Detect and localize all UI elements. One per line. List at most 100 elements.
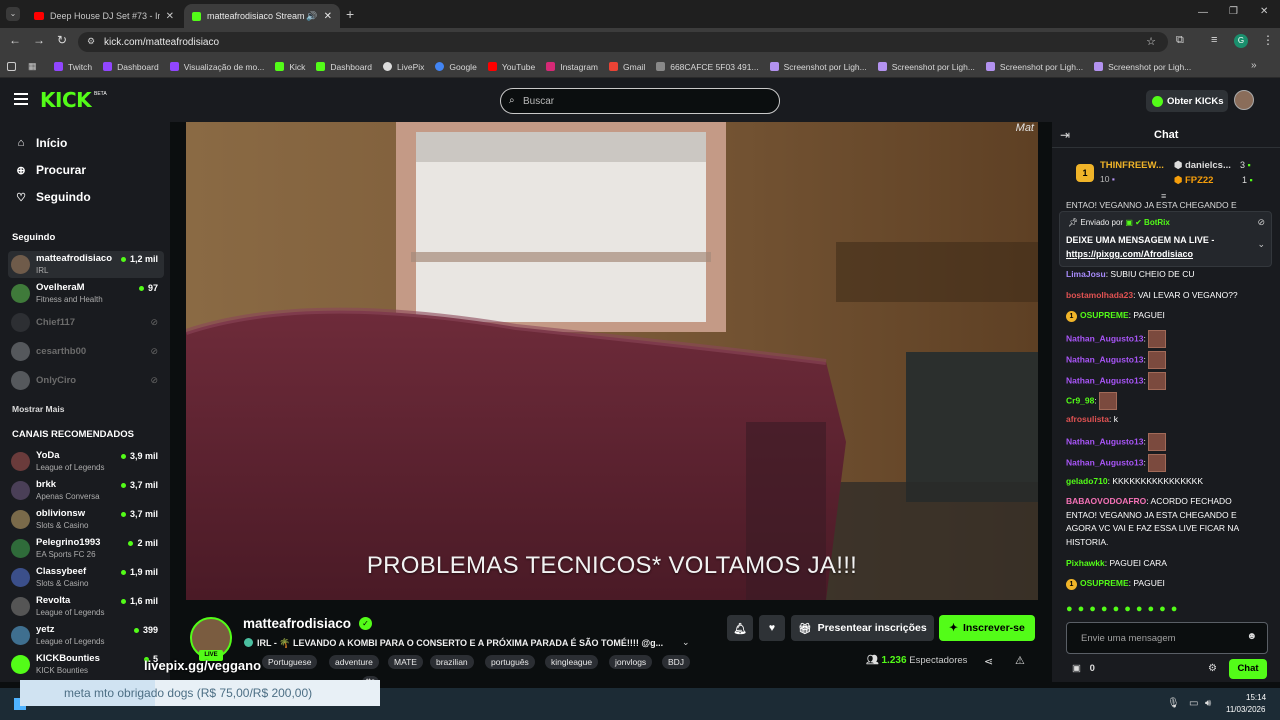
chat-username[interactable]: BABAOVODOAFRO — [1066, 496, 1146, 506]
chat-message[interactable]: LimaJosu: SUBIU CHEIO DE CU — [1066, 268, 1246, 282]
bookmark[interactable]: Twitch — [54, 62, 92, 72]
sidebar-channel-chief117[interactable]: Chief117 ⊘ — [8, 309, 164, 336]
profile-avatar[interactable]: G — [1234, 34, 1248, 48]
media-control-icon[interactable]: ≡ — [1211, 34, 1217, 46]
bookmark[interactable]: Screenshot por Ligh... — [1094, 62, 1191, 72]
leader-entry[interactable]: ⬢ danielcs... — [1174, 160, 1231, 171]
search-input[interactable]: ⌕ Buscar — [500, 88, 780, 114]
tab-search-button[interactable]: ⌄ — [6, 7, 20, 21]
user-avatar[interactable] — [1234, 90, 1254, 110]
video-player[interactable]: Mat — [186, 122, 1038, 600]
extensions-icon[interactable]: ⧉ — [1176, 34, 1184, 47]
restore-button[interactable]: ❐ — [1229, 6, 1238, 17]
report-icon[interactable]: ⚠ — [1015, 654, 1025, 667]
grid-icon[interactable]: ▦ — [28, 61, 37, 72]
kick-logo[interactable]: KICK — [40, 88, 92, 112]
leader-entry[interactable]: ⬢ FPZ22 — [1174, 175, 1213, 186]
gift-subs-button[interactable]: 🎁︎ Presentear inscrições — [791, 615, 934, 641]
sidebar-channel-revolta[interactable]: Revolta League of Legends 1,6 mil — [8, 593, 164, 620]
chevron-down-icon[interactable]: ⌄ — [682, 637, 690, 648]
tag[interactable]: jonvlogs — [609, 655, 653, 669]
chat-input[interactable]: Envie uma mensagem ☻ — [1066, 622, 1268, 654]
chat-message[interactable]: afrosulista: k — [1066, 413, 1246, 427]
close-icon[interactable]: ✕ — [324, 11, 332, 22]
sidebar-channel-brkk[interactable]: brkk Apenas Conversa 3,7 mil — [8, 477, 164, 504]
chat-username[interactable]: OSUPREME — [1080, 310, 1129, 320]
notifications-button[interactable]: 🔔︎ — [727, 615, 753, 641]
bookmark[interactable]: Screenshot por Ligh... — [877, 62, 975, 72]
unpin-icon[interactable]: ⊘ — [1257, 217, 1265, 228]
chat-username[interactable]: OSUPREME — [1080, 578, 1129, 588]
address-bar[interactable]: ⚙ kick.com/matteafrodisiaco ☆ — [78, 32, 1168, 52]
tab-kick[interactable]: matteafrodisiaco Stream - K 🔊 ✕ — [184, 4, 340, 28]
chat-username[interactable]: Nathan_Augusto13 — [1066, 457, 1143, 467]
tag[interactable]: BDJ — [662, 655, 691, 669]
new-tab-button[interactable]: + — [346, 6, 354, 22]
sidebar-channel-onlyciro[interactable]: OnlyCiro ⊘ — [8, 367, 164, 394]
bookmark[interactable]: Instagram — [546, 62, 598, 72]
sidebar-channel-yetz[interactable]: yetz League of Legends 399 — [8, 622, 164, 649]
chat-username[interactable]: LimaJosu — [1066, 269, 1106, 279]
share-icon[interactable]: ⋖ — [984, 655, 993, 668]
mic-icon[interactable]: 🎙︎ — [1167, 698, 1180, 709]
volume-icon[interactable]: 🔊︎ — [1205, 698, 1211, 709]
hamburger-menu-icon[interactable] — [14, 93, 28, 105]
chat-username[interactable]: Nathan_Augusto13 — [1066, 436, 1143, 446]
points-display[interactable]: ▣ 0 — [1072, 663, 1095, 674]
bookmark[interactable]: Gmail — [609, 62, 645, 72]
chat-message[interactable]: Pixhawkk: PAGUEI CARA — [1066, 557, 1246, 571]
bookmark[interactable]: YouTube — [487, 62, 535, 72]
close-window-button[interactable]: ✕ — [1260, 6, 1268, 17]
chevron-down-icon[interactable]: ⌄ — [1257, 239, 1265, 250]
settings-icon[interactable]: ⚙ — [1208, 663, 1217, 674]
bookmark[interactable]: Dashboard — [103, 62, 159, 72]
sidebar-channel-classybeef[interactable]: Classybeef Slots & Casino 1,9 mil — [8, 564, 164, 591]
bookmark[interactable]: Visualização de mo... — [169, 62, 264, 72]
follow-button[interactable]: ♥ — [759, 615, 785, 641]
clock-date[interactable]: 11/03/2026 — [1226, 705, 1265, 714]
sidebar-channel-matteafrodisiaco[interactable]: matteafrodisiaco IRL 1,2 mil — [8, 251, 164, 278]
sidebar-channel-ovelheram[interactable]: OvelheraM Fitness and Health 97 — [8, 280, 164, 307]
nav-home[interactable]: ⌂ Início — [14, 136, 68, 150]
nav-following[interactable]: ♡ Seguindo — [14, 190, 91, 204]
clock-time[interactable]: 15:14 — [1246, 693, 1266, 702]
get-kicks-button[interactable]: Obter KICKs — [1146, 90, 1228, 112]
chat-username[interactable]: Cr9_98 — [1066, 395, 1094, 405]
tag[interactable]: brazilian — [430, 655, 474, 669]
forward-icon[interactable]: → — [33, 33, 45, 47]
bookmark[interactable]: Dashboard — [316, 62, 372, 72]
minimize-button[interactable]: — — [1198, 7, 1208, 18]
chat-message[interactable]: gelado710: KKKKKKKKKKKKKKKK — [1066, 475, 1246, 489]
subscribe-button[interactable]: ✦ Inscrever-se — [939, 615, 1035, 641]
chat-username[interactable]: bostamolhada23 — [1066, 290, 1133, 300]
chat-message[interactable]: BABAOVODOAFRO: ACORDO FECHADO ENTAO! VEG… — [1066, 495, 1246, 549]
chat-username[interactable]: Nathan_Augusto13 — [1066, 354, 1143, 364]
apps-icon[interactable] — [7, 62, 16, 71]
tag[interactable]: MATE — [388, 655, 423, 669]
chat-username[interactable]: gelado710 — [1066, 476, 1108, 486]
chat-username[interactable]: Nathan_Augusto13 — [1066, 333, 1143, 343]
tag[interactable]: Portuguese — [262, 655, 318, 669]
emoji-icon[interactable]: ☻ — [1246, 631, 1257, 642]
bookmark[interactable]: Screenshot por Ligh... — [769, 62, 867, 72]
nav-browse[interactable]: ⊕ Procurar — [14, 163, 86, 177]
tag[interactable]: português — [485, 655, 535, 669]
bookmark[interactable]: Kick — [275, 62, 305, 72]
bookmark[interactable]: 668CAFCE 5F03 491... — [656, 62, 759, 72]
tab-youtube[interactable]: Deep House DJ Set #73 - In The ✕ — [26, 4, 182, 28]
pinned-message[interactable]: 📌︎ Enviado por ▣ ✔ BotRix DEIXE UMA MENS… — [1059, 211, 1272, 267]
sidebar-channel-pelegrino1993[interactable]: Pelegrino1993 EA Sports FC 26 2 mil — [8, 535, 164, 562]
sidebar-channel-yoda[interactable]: YoDa League of Legends 3,9 mil — [8, 448, 164, 475]
chat-username[interactable]: afrosulista — [1066, 414, 1109, 424]
chat-username[interactable]: Nathan_Augusto13 — [1066, 375, 1143, 385]
back-icon[interactable]: ← — [9, 33, 21, 47]
bookmark[interactable]: Screenshot por Ligh... — [985, 62, 1083, 72]
send-chat-button[interactable]: Chat — [1229, 659, 1267, 679]
reload-icon[interactable]: ↻ — [57, 33, 67, 47]
show-more-link[interactable]: Mostrar Mais — [12, 404, 64, 414]
close-icon[interactable]: ✕ — [166, 11, 174, 22]
chat-message[interactable]: Nathan_Augusto13: — [1066, 372, 1246, 390]
chat-username[interactable]: Pixhawkk — [1066, 558, 1105, 568]
chat-message[interactable]: Nathan_Augusto13: — [1066, 330, 1246, 348]
leader-name[interactable]: THINFREEW... — [1100, 160, 1164, 171]
